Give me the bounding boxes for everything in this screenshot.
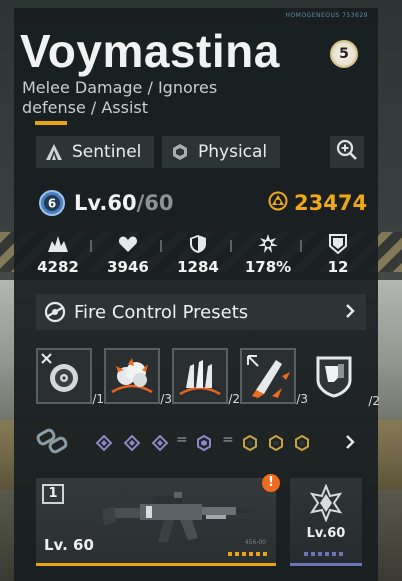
level-row: 6 Lv.60 / 60 bbox=[38, 188, 173, 218]
rarity-badge: 5 bbox=[330, 40, 358, 68]
chevron-right-icon bbox=[344, 433, 356, 455]
stat-defense: 1284 bbox=[168, 234, 228, 276]
stats-row: 4282 3946 1284 178% 12 bbox=[28, 234, 370, 280]
shield-skill-icon bbox=[310, 348, 362, 404]
fire-control-label: Fire Control Presets bbox=[74, 301, 249, 323]
core-emblem-icon bbox=[307, 483, 345, 526]
endurance-icon bbox=[308, 234, 368, 254]
stat-crit-damage: 178% bbox=[238, 234, 298, 276]
missile-skill-icon bbox=[242, 350, 294, 406]
power-icon bbox=[268, 191, 288, 215]
core-progress-bar bbox=[290, 563, 362, 566]
element-tag-physical[interactable]: Physical bbox=[162, 136, 280, 168]
stat-health: 3946 bbox=[98, 234, 158, 276]
skill-slot-2[interactable]: /3 bbox=[104, 348, 172, 406]
character-name: Voymastina bbox=[20, 25, 280, 77]
power-value: 23474 bbox=[294, 191, 368, 215]
hexagon-gem-icon bbox=[196, 434, 212, 452]
gold-hexagon-icon bbox=[294, 434, 310, 452]
explosion-skill-icon bbox=[106, 350, 158, 406]
subtitle-underline bbox=[35, 121, 67, 125]
skill-4-level: /3 bbox=[296, 392, 308, 406]
health-value: 3946 bbox=[107, 258, 149, 276]
attack-value: 4282 bbox=[37, 258, 79, 276]
sentinel-icon bbox=[44, 142, 64, 162]
health-icon bbox=[98, 234, 158, 254]
gold-hexagon-icon bbox=[242, 434, 258, 452]
corner-code: HOMOGENEOUS 753629 bbox=[285, 12, 368, 19]
physical-icon bbox=[170, 142, 190, 162]
stat-separator bbox=[160, 240, 162, 252]
core-level: Lv.60 bbox=[306, 526, 346, 541]
weapon-slot-number: 1 bbox=[42, 484, 64, 504]
defense-icon bbox=[168, 234, 228, 254]
weapon-progress-bar bbox=[36, 563, 276, 566]
rifle-icon bbox=[102, 488, 252, 550]
skill-slot-1[interactable]: /1 bbox=[36, 348, 104, 406]
defense-value: 1284 bbox=[177, 258, 219, 276]
physical-label: Physical bbox=[198, 142, 268, 162]
weapon-code: 456-00 bbox=[244, 539, 266, 546]
level-max: 60 bbox=[144, 191, 174, 215]
chevron-right-icon bbox=[344, 302, 356, 325]
module-chain-row[interactable]: = = bbox=[36, 424, 366, 460]
diamond-gem-icon bbox=[95, 434, 113, 452]
skill-slot-4[interactable]: /3 bbox=[240, 348, 308, 406]
combat-power: 23474 bbox=[268, 190, 367, 216]
fire-control-presets-button[interactable]: Fire Control Presets bbox=[36, 294, 366, 330]
target-skill-icon bbox=[38, 350, 90, 406]
skill-slot-3[interactable]: /2 bbox=[172, 348, 240, 406]
zoom-in-icon bbox=[336, 139, 358, 165]
role-subtitle: Melee Damage / Ignores defense / Assist bbox=[22, 78, 218, 117]
weapon-rank-dots bbox=[228, 552, 267, 556]
stat-attack: 4282 bbox=[28, 234, 88, 276]
zoom-button[interactable] bbox=[330, 136, 364, 168]
level-badge-number: 6 bbox=[48, 197, 56, 211]
skill-slot-5[interactable]: /2 bbox=[310, 348, 380, 408]
diamond-gem-icon bbox=[123, 434, 141, 452]
skill-2-level: /3 bbox=[160, 392, 172, 406]
endurance-value: 12 bbox=[327, 258, 349, 276]
bullets-skill-icon bbox=[174, 350, 226, 406]
sentinel-label: Sentinel bbox=[72, 142, 142, 162]
core-slot[interactable]: Lv.60 bbox=[290, 478, 362, 566]
stat-endurance: 12 bbox=[308, 234, 368, 276]
core-rank-dots bbox=[304, 552, 343, 556]
fire-control-icon bbox=[44, 301, 66, 323]
attack-icon bbox=[28, 234, 88, 254]
level-separator: / bbox=[136, 191, 145, 215]
alert-badge[interactable]: ! bbox=[262, 474, 280, 492]
skill-3-level: /2 bbox=[228, 392, 240, 406]
crit-damage-icon bbox=[238, 234, 298, 254]
equals-sign: = bbox=[222, 432, 234, 448]
gold-hexagon-icon bbox=[268, 434, 284, 452]
diamond-gem-icon bbox=[151, 434, 169, 452]
weapon-level: Lv. 60 bbox=[44, 536, 94, 554]
stat-separator bbox=[300, 240, 302, 252]
crit-damage-value: 178% bbox=[244, 258, 292, 276]
skill-1-level: /1 bbox=[92, 392, 104, 406]
level-current: Lv.60 bbox=[74, 191, 137, 215]
weapon-slot[interactable]: 1 Lv. 60 456-00 bbox=[36, 478, 276, 566]
class-tag-sentinel[interactable]: Sentinel bbox=[36, 136, 154, 168]
equals-sign: = bbox=[176, 432, 188, 448]
level-badge: 6 bbox=[38, 189, 66, 217]
chain-link-icon bbox=[36, 426, 72, 462]
skill-5-level: /2 bbox=[368, 394, 380, 408]
stat-separator bbox=[90, 240, 92, 252]
stat-separator bbox=[230, 240, 232, 252]
